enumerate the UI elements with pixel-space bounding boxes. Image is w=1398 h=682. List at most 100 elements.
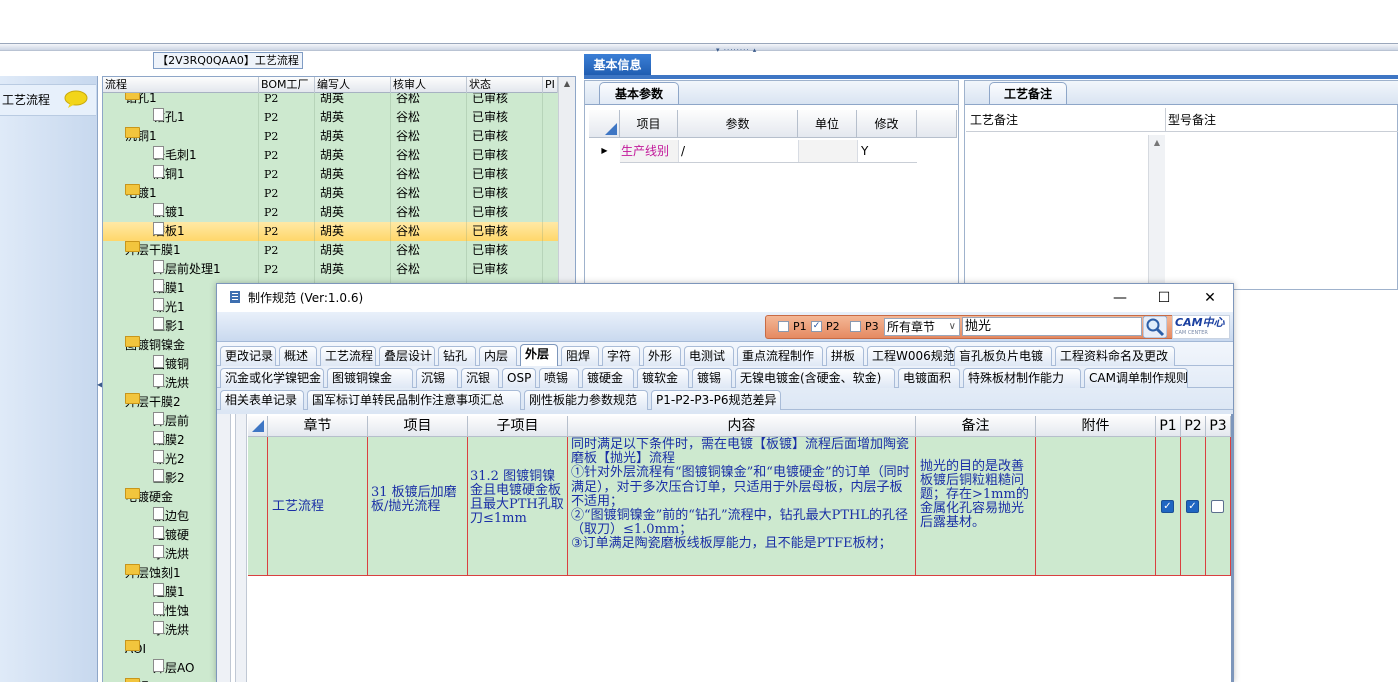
chapter-tab[interactable]: OSP xyxy=(502,368,536,388)
tree-row[interactable]: −钻孔1P2胡英谷松已审核 xyxy=(103,93,558,108)
grid-col-header[interactable]: 备注 xyxy=(916,416,1036,437)
p1-checkbox[interactable]: ✓ xyxy=(1161,500,1174,513)
param-col-header[interactable]: 修改 xyxy=(857,110,917,138)
tree-row[interactable]: −外层干膜1P2胡英谷松已审核 xyxy=(103,241,558,260)
chapter-tab[interactable]: 镀锡 xyxy=(692,368,732,388)
p3-checkbox[interactable] xyxy=(1211,500,1224,513)
chapter-tab[interactable]: 工程资料命名及更改 xyxy=(1055,346,1175,366)
chapter-tab[interactable]: 沉银 xyxy=(461,368,499,388)
param-col-header[interactable]: 参数 xyxy=(678,110,798,138)
param-item[interactable]: 生产线别 xyxy=(620,140,678,162)
tree-col-header[interactable]: 流程 xyxy=(103,77,259,93)
tree-row[interactable]: 去毛刺1 P2 胡英 谷松 已审核 xyxy=(103,146,558,165)
tree-cell-reviewer: 谷松 xyxy=(396,262,421,276)
grid-col-header[interactable]: 附件 xyxy=(1036,416,1156,437)
tree-cell-writer: 胡英 xyxy=(320,205,345,219)
chapter-tab[interactable]: 电测试 xyxy=(684,346,734,366)
grid-col-header[interactable]: 内容 xyxy=(568,416,916,437)
tree-row[interactable]: 磨板1 P2 胡英 谷松 已审核 xyxy=(103,222,558,241)
chapter-select[interactable]: 所有章节 ∨ xyxy=(884,318,960,336)
chapter-tab[interactable]: 特殊板材制作能力 xyxy=(963,368,1081,388)
chapter-tab[interactable]: 更改记录 xyxy=(220,346,276,366)
tab-basic-params[interactable]: 基本参数 xyxy=(599,82,679,104)
chapter-tab[interactable]: 电镀面积 xyxy=(898,368,960,388)
grid-col-header[interactable]: P1 xyxy=(1156,416,1181,437)
tree-row[interactable]: −沉铜1P2胡英谷松已审核 xyxy=(103,127,558,146)
chapter-tab[interactable]: 拼板 xyxy=(826,346,864,366)
param-modify[interactable]: Y xyxy=(857,140,917,162)
chat-bubble-icon[interactable] xyxy=(64,90,88,108)
chapter-tab[interactable]: 外层 xyxy=(520,344,558,366)
chapter-tab[interactable]: 相关表单记录 xyxy=(220,390,304,410)
cell-item[interactable]: 31 板镀后加磨板/抛光流程 xyxy=(368,437,468,576)
tab-basic-info[interactable]: 基本信息 xyxy=(584,54,651,76)
search-icon[interactable] xyxy=(1143,316,1167,338)
tree-row[interactable]: 沉铜1 P2 胡英 谷松 已审核 xyxy=(103,165,558,184)
param-value[interactable]: / xyxy=(678,140,798,162)
dialog-titlebar[interactable] xyxy=(217,284,1233,312)
chapter-tab[interactable]: 无镍电镀金(含硬金、软金) xyxy=(735,368,895,388)
chapter-tab[interactable]: 阻焊 xyxy=(561,346,599,366)
param-unit[interactable] xyxy=(798,140,857,162)
chapter-tab[interactable]: 镀软金 xyxy=(637,368,689,388)
grid-col-header[interactable]: P2 xyxy=(1181,416,1206,437)
row-pointer-icon: ▶ xyxy=(601,146,608,155)
grid-col-header[interactable]: 章节 xyxy=(268,416,368,437)
grid-col-header[interactable]: 项目 xyxy=(368,416,468,437)
chapter-tab[interactable]: 钻孔 xyxy=(438,346,476,366)
chapter-tab[interactable]: 字符 xyxy=(602,346,640,366)
chapter-tab[interactable]: 工艺流程 xyxy=(320,346,376,366)
tree-row[interactable]: −电镀1P2胡英谷松已审核 xyxy=(103,184,558,203)
grid-col-header[interactable]: P3 xyxy=(1206,416,1231,437)
filter-p3-checkbox[interactable] xyxy=(850,321,861,332)
chapter-tab[interactable]: 图镀铜镍金 xyxy=(327,368,413,388)
chapter-tab[interactable]: 工程W006规范 xyxy=(867,346,955,366)
chapter-tab[interactable]: 外形 xyxy=(643,346,681,366)
chapter-tab[interactable]: 刚性板能力参数规范 xyxy=(524,390,648,410)
document-icon xyxy=(153,469,164,482)
chapter-tab[interactable]: 重点流程制作 xyxy=(737,346,823,366)
tree-row[interactable]: 外层前处理1 P2 胡英 谷松 已审核 xyxy=(103,260,558,279)
cell-attachment[interactable] xyxy=(1036,437,1156,576)
splitter-grip-icon[interactable]: ▾ ········ ▴ xyxy=(716,47,757,54)
chapter-tab[interactable]: 沉锡 xyxy=(416,368,458,388)
tree-col-header[interactable]: 编写人 xyxy=(315,77,391,93)
minimize-button[interactable]: — xyxy=(1100,284,1140,312)
maximize-button[interactable]: ☐ xyxy=(1144,284,1184,312)
cell-remark[interactable]: 抛光的目的是改善板镀后铜粒粗糙问题；存在>1mm的金属化孔容易抛光后露基材。 xyxy=(916,437,1036,576)
p2-checkbox[interactable]: ✓ xyxy=(1186,500,1199,513)
tree-col-header[interactable]: 核审人 xyxy=(391,77,467,93)
cell-content[interactable]: 同时满足以下条件时，需在电镀【板镀】流程后面增加陶瓷磨板【抛光】流程 ①针对外层… xyxy=(568,437,916,576)
close-button[interactable]: ✕ xyxy=(1190,284,1230,312)
chapter-tab[interactable]: 内层 xyxy=(479,346,517,366)
document-icon xyxy=(153,621,164,634)
document-icon xyxy=(153,108,164,121)
chapter-tab[interactable]: 盲孔板负片电镀 xyxy=(954,346,1052,366)
chapter-tab[interactable]: 喷锡 xyxy=(539,368,579,388)
filter-p2-checkbox[interactable]: ✓ xyxy=(811,321,822,332)
tree-cell-status: 已审核 xyxy=(472,148,509,162)
document-icon xyxy=(153,298,164,311)
param-col-header[interactable]: 单位 xyxy=(798,110,857,138)
chapter-tab[interactable]: 镀硬金 xyxy=(582,368,634,388)
tab-process-notes[interactable]: 工艺备注 xyxy=(989,82,1067,104)
cell-subitem[interactable]: 31.2 图镀铜镍金且电镀硬金板且最大PTH孔取刀≤1mm xyxy=(468,437,568,576)
chapter-tab[interactable]: 国军标订单转民品制作注意事项汇总 xyxy=(307,390,521,410)
chapter-tab[interactable]: 沉金或化学镍钯金 xyxy=(220,368,324,388)
param-col-header[interactable]: 项目 xyxy=(620,110,678,138)
grid-col-header[interactable]: 子项目 xyxy=(468,416,568,437)
chapter-tab[interactable]: P1-P2-P3-P6规范差异 xyxy=(651,390,781,410)
notes-scrollbar[interactable]: ▲ xyxy=(1148,135,1165,285)
cell-chapter[interactable]: 工艺流程 xyxy=(268,437,368,576)
tree-col-header[interactable]: BOM工厂 xyxy=(259,77,315,93)
tree-row[interactable]: 板镀1 P2 胡英 谷松 已审核 xyxy=(103,203,558,222)
tree-row[interactable]: 钻孔1 P2 胡英 谷松 已审核 xyxy=(103,108,558,127)
chapter-tab[interactable]: 概述 xyxy=(279,346,317,366)
top-splitter[interactable] xyxy=(0,43,1398,51)
filter-p1-checkbox[interactable] xyxy=(778,321,789,332)
search-input[interactable]: 抛光 xyxy=(962,317,1142,336)
tree-col-header[interactable]: 状态 xyxy=(467,77,543,93)
tree-col-header[interactable]: PI xyxy=(543,77,558,93)
chapter-tab[interactable]: 叠层设计 xyxy=(379,346,435,366)
chapter-tab[interactable]: CAM调单制作规则 xyxy=(1084,368,1188,388)
